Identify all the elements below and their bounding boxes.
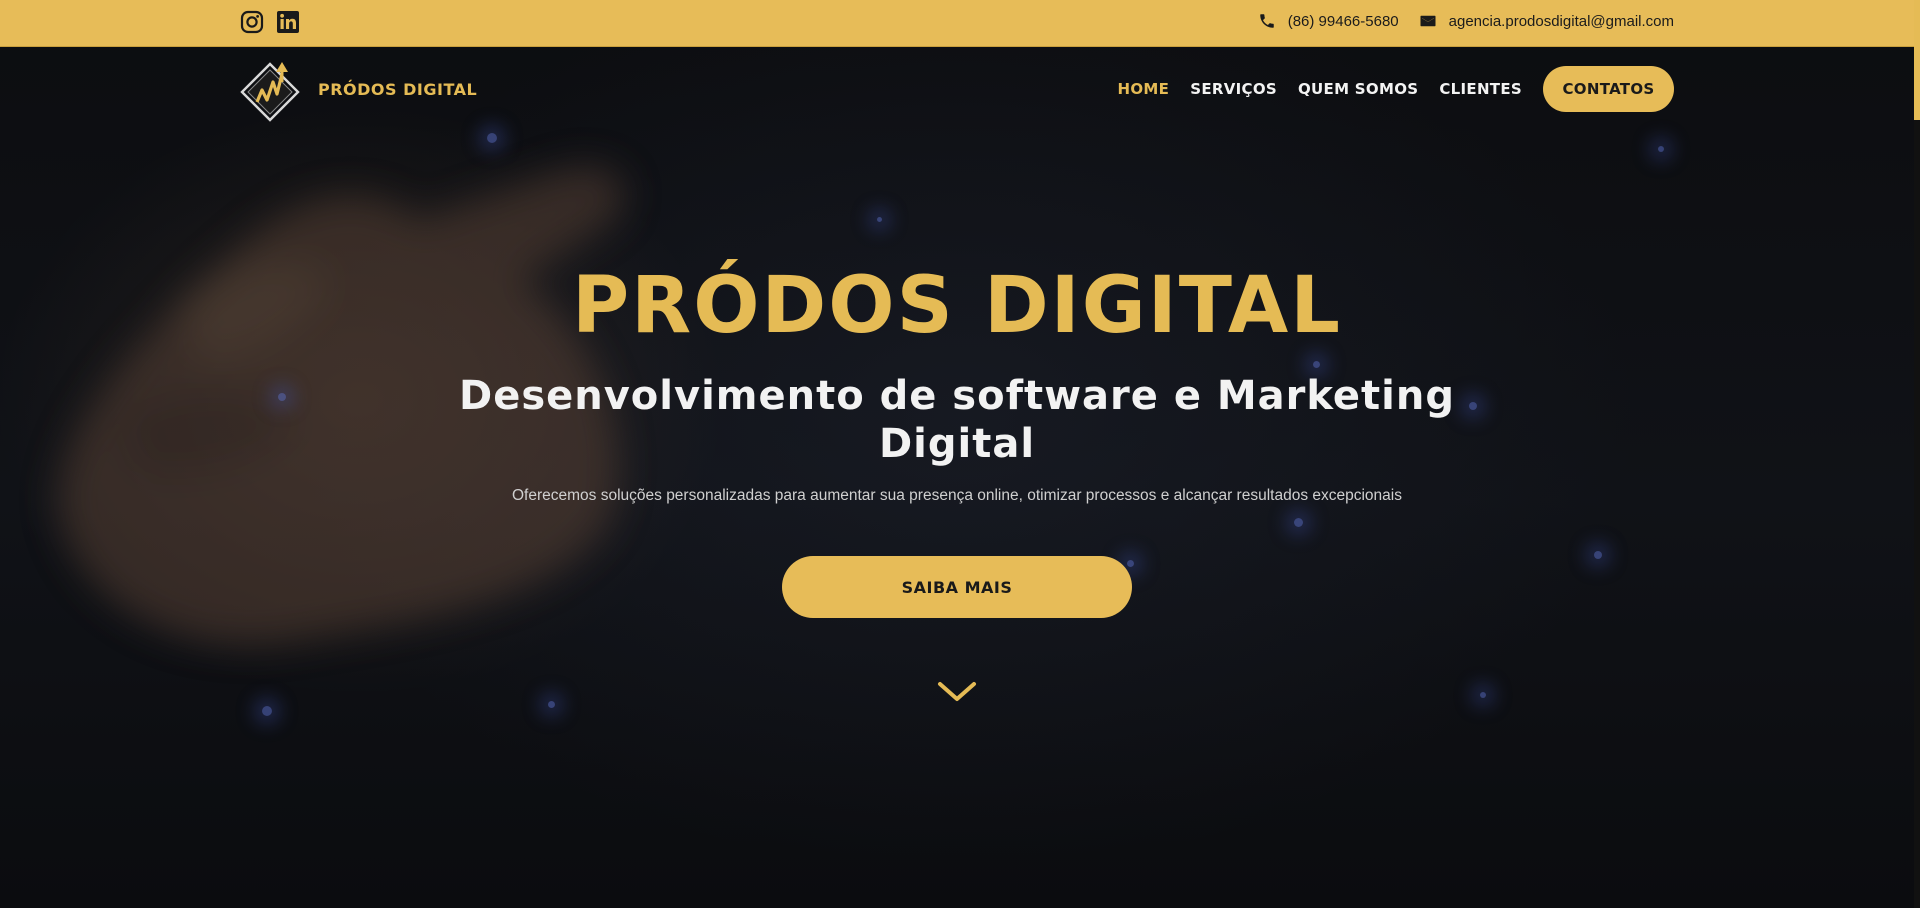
phone-contact[interactable]: (86) 99466-5680 xyxy=(1258,12,1399,30)
network-dot xyxy=(548,701,555,708)
network-dot xyxy=(1127,560,1134,567)
instagram-icon xyxy=(240,10,264,34)
network-dot xyxy=(1480,692,1486,698)
scrollbar[interactable] xyxy=(1914,0,1920,908)
chevron-down-icon xyxy=(938,682,976,701)
network-dot xyxy=(1294,518,1303,527)
top-bar: (86) 99466-5680 agencia.prodosdigital@gm… xyxy=(0,0,1914,47)
email-contact[interactable]: agencia.prodosdigital@gmail.com xyxy=(1419,12,1674,30)
network-dot xyxy=(1313,361,1320,368)
network-dot xyxy=(1658,146,1664,152)
linkedin-icon xyxy=(277,11,299,33)
brand-link[interactable]: PRÓDOS DIGITAL xyxy=(240,52,477,126)
hero-subtitle: Desenvolvimento de software e Marketing … xyxy=(458,373,1455,467)
brand-name: PRÓDOS DIGITAL xyxy=(318,79,478,99)
social-links xyxy=(240,10,300,34)
network-dot xyxy=(877,217,882,222)
network-dot xyxy=(278,393,286,401)
contatos-button[interactable]: CONTATOS xyxy=(1543,66,1674,112)
saiba-mais-button[interactable]: SAIBA MAIS xyxy=(782,556,1132,618)
contact-info: (86) 99466-5680 agencia.prodosdigital@gm… xyxy=(1258,12,1674,30)
nav-item-quem-somos[interactable]: QUEM SOMOS xyxy=(1298,80,1418,98)
scroll-down-button[interactable] xyxy=(937,678,977,706)
nav-menu: HOME SERVIÇOS QUEM SOMOS CLIENTES CONTAT… xyxy=(1118,66,1674,112)
linkedin-link[interactable] xyxy=(276,10,300,34)
nav-item-clientes[interactable]: CLIENTES xyxy=(1439,80,1522,98)
scrollbar-thumb[interactable] xyxy=(1914,0,1920,120)
prodos-logo-icon xyxy=(240,62,300,122)
network-dot xyxy=(487,133,497,143)
hero-description: Oferecemos soluções personalizadas para … xyxy=(511,487,1402,504)
email-address: agencia.prodosdigital@gmail.com xyxy=(1448,12,1674,30)
phone-number: (86) 99466-5680 xyxy=(1287,12,1399,30)
page: (86) 99466-5680 agencia.prodosdigital@gm… xyxy=(0,0,1920,908)
network-dot xyxy=(1594,551,1602,559)
instagram-link[interactable] xyxy=(240,10,264,34)
nav-item-servicos[interactable]: SERVIÇOS xyxy=(1190,80,1277,98)
nav-item-home[interactable]: HOME xyxy=(1118,80,1170,98)
hero-title: PRÓDOS DIGITAL xyxy=(572,261,1342,351)
network-dot xyxy=(262,706,272,716)
main-navigation: PRÓDOS DIGITAL HOME SERVIÇOS QUEM SOMOS … xyxy=(240,52,1674,126)
phone-icon xyxy=(1259,14,1274,28)
mail-icon xyxy=(1420,15,1436,27)
